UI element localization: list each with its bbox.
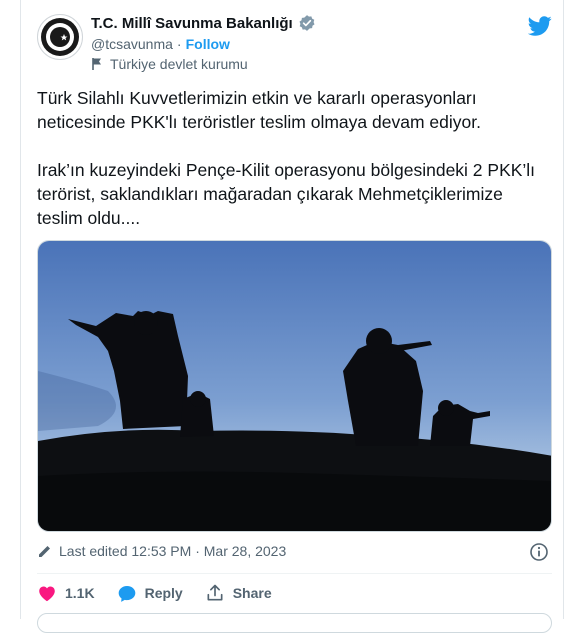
verified-badge-icon: [299, 15, 315, 31]
heart-icon: [39, 586, 55, 602]
author-name-row: T.C. Millî Savunma Bakanlığı: [91, 14, 316, 32]
tweet-photo[interactable]: [37, 240, 552, 532]
share-icon: [207, 584, 223, 601]
like-count: 1.1K: [65, 585, 95, 601]
handle-row: @tcsavunma · Follow: [91, 36, 230, 52]
author-handle[interactable]: @tcsavunma: [91, 36, 173, 52]
info-icon[interactable]: [529, 542, 549, 562]
share-label: Share: [232, 585, 272, 601]
edited-timestamp[interactable]: Last edited 12:53 PM · Mar 28, 2023: [59, 543, 286, 559]
like-button[interactable]: 1.1K: [37, 584, 95, 602]
flag-icon: [92, 58, 101, 70]
reply-label: Reply: [144, 585, 183, 601]
government-label: Türkiye devlet kurumu: [110, 56, 248, 72]
separator-dot: ·: [176, 36, 182, 52]
reply-button[interactable]: Reply: [117, 584, 183, 603]
read-replies-button[interactable]: [37, 613, 552, 633]
author-name[interactable]: T.C. Millî Savunma Bakanlığı: [91, 15, 293, 32]
government-label-row: Türkiye devlet kurumu: [91, 56, 248, 72]
follow-button[interactable]: Follow: [186, 36, 230, 52]
divider: [37, 573, 552, 574]
share-button[interactable]: Share: [205, 583, 272, 603]
soldiers-silhouette-photo: [38, 241, 551, 531]
twitter-bird-icon[interactable]: [528, 14, 552, 38]
tweet-text: Türk Silahlı Kuvvetlerimizin etkin ve ka…: [37, 88, 536, 228]
reply-bubble-icon: [118, 585, 135, 602]
action-bar: 1.1K Reply Share: [37, 583, 294, 603]
pencil-icon: [39, 546, 50, 557]
ministry-emblem-icon: [41, 18, 79, 56]
edited-row: Last edited 12:53 PM · Mar 28, 2023: [37, 543, 286, 559]
avatar[interactable]: [37, 14, 83, 60]
